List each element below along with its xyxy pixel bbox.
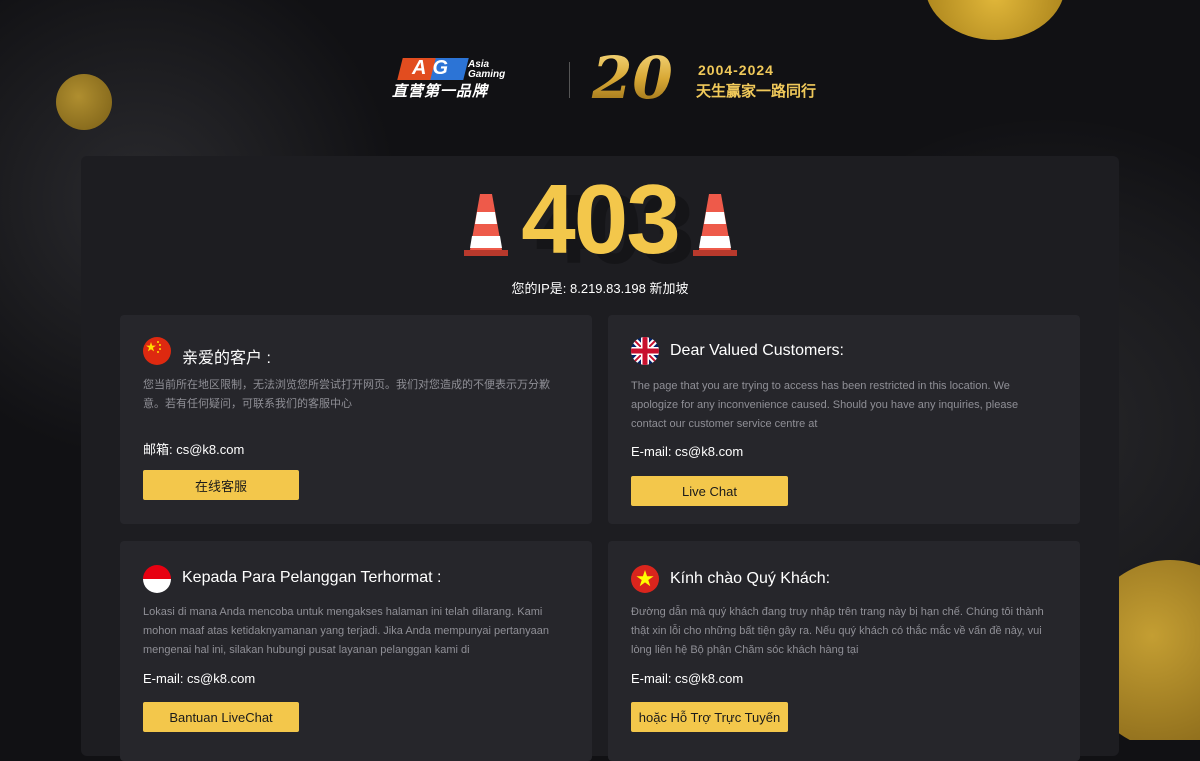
card-email: E-mail: cs@k8.com xyxy=(143,671,256,686)
asia-gaming-logo: AG Asia Gaming 直营第一品牌 xyxy=(392,57,532,100)
vietnam-flag-icon xyxy=(631,565,659,593)
anniversary-years: 2004-2024 xyxy=(698,62,774,78)
notice-card-chinese: 亲爱的客户 : 您当前所在地区限制，无法浏览您所尝试打开网页。我们对您造成的不便… xyxy=(120,315,592,524)
uk-flag-icon xyxy=(631,337,659,365)
ip-address-text: 您的IP是: 8.219.83.198 新加坡 xyxy=(511,281,689,296)
card-description: 您当前所在地区限制，无法浏览您所尝试打开网页。我们对您造成的不便表示万分歉意。若… xyxy=(143,379,550,410)
header-divider xyxy=(569,62,570,98)
card-description: Lokasi di mana Anda mencoba untuk mengak… xyxy=(143,606,550,656)
anniversary-logo: 20 2004-2024 天生赢家一路同行 xyxy=(590,46,830,106)
card-title: Kepada Para Pelanggan Terhormat : xyxy=(182,569,442,586)
svg-text:20: 20 xyxy=(591,46,673,106)
ag-logo-letters: AG xyxy=(412,57,454,79)
card-email: E-mail: cs@k8.com xyxy=(631,444,744,459)
card-description: The page that you are trying to access h… xyxy=(631,380,1019,430)
live-chat-button[interactable]: Live Chat xyxy=(631,476,788,506)
ag-logo-tagline: 直营第一品牌 xyxy=(392,83,489,100)
card-title: 亲爱的客户 : xyxy=(182,350,271,367)
card-email: E-mail: cs@k8.com xyxy=(631,671,744,686)
traffic-cone-icon xyxy=(693,194,737,256)
error-panel: 403 您的IP是: 8.219.83.198 新加坡 亲爱的客户 : 您当前所… xyxy=(81,156,1119,761)
ag-logo-brand: Asia Gaming xyxy=(468,59,506,80)
anniversary-20-emblem: 20 xyxy=(591,46,673,106)
error-code: 403 xyxy=(521,164,681,274)
notice-card-indonesian: Kepada Para Pelanggan Terhormat : Lokasi… xyxy=(120,541,592,761)
card-title: Dear Valued Customers: xyxy=(670,342,844,359)
notice-card-english: Dear Valued Customers: The page that you… xyxy=(608,315,1080,524)
live-chat-button[interactable]: 在线客服 xyxy=(143,470,299,500)
card-description: Đường dẫn mà quý khách đang truy nhập tr… xyxy=(631,606,1044,656)
header: AG Asia Gaming 直营第一品牌 20 2004-2024 天生赢家一… xyxy=(0,0,1200,156)
card-title: Kính chào Quý Khách: xyxy=(670,570,831,587)
china-flag-icon xyxy=(143,337,171,365)
live-chat-button[interactable]: Bantuan LiveChat xyxy=(143,702,299,732)
anniversary-slogan: 天生赢家一路同行 xyxy=(696,83,817,100)
card-email: 邮箱: cs@k8.com xyxy=(143,442,245,457)
indonesia-flag-icon xyxy=(143,565,171,593)
live-chat-button[interactable]: hoặc Hỗ Trợ Trực Tuyến xyxy=(631,702,788,732)
notice-card-vietnamese: Kính chào Quý Khách: Đường dẫn mà quý kh… xyxy=(608,541,1080,761)
